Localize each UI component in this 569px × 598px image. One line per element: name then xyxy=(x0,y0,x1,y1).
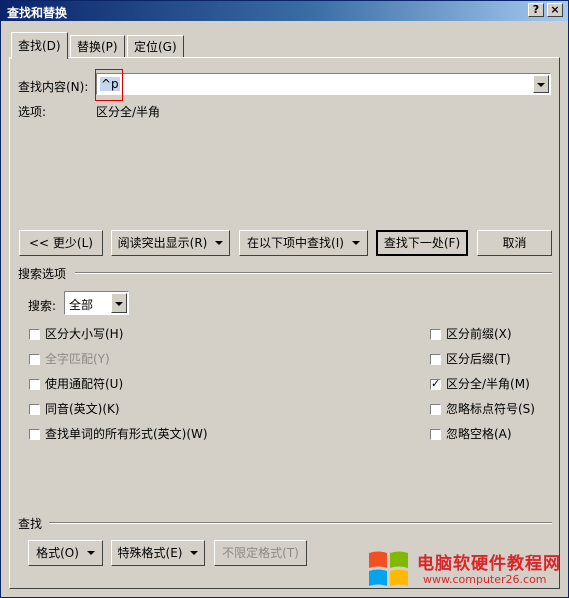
find-section-divider xyxy=(49,522,552,524)
checkbox-label: 全字匹配(Y) xyxy=(45,352,110,366)
checkbox-box[interactable] xyxy=(29,329,40,340)
check-icon: ✓ xyxy=(431,377,441,390)
chevron-down-icon xyxy=(190,550,199,555)
site-watermark: 电脑软硬件教程网 www.computer26.com xyxy=(365,547,565,593)
checkbox-match-suffix[interactable]: 区分后缀(T) xyxy=(430,350,511,366)
find-section-header: 查找 xyxy=(18,517,43,531)
checkbox-label: 查找单词的所有形式(英文)(W) xyxy=(45,427,208,441)
checkbox-label: 使用通配符(U) xyxy=(45,377,124,391)
window-title: 查找和替换 xyxy=(7,6,68,20)
search-direction-select[interactable]: 全部 xyxy=(64,291,129,315)
checkbox-wildcards[interactable]: 使用通配符(U) xyxy=(29,375,123,391)
reading-highlight-button[interactable]: 阅读突出显示(R) xyxy=(111,230,230,256)
find-in-button[interactable]: 在以下项中查找(I) xyxy=(239,230,368,256)
find-in-label: 在以下项中查找(I) xyxy=(247,236,344,250)
tab-goto[interactable]: 定位(G) xyxy=(127,35,184,58)
checkbox-label: 区分后缀(T) xyxy=(446,352,511,366)
checkbox-box[interactable] xyxy=(29,429,40,440)
checkbox-box[interactable] xyxy=(29,379,40,390)
checkbox-label: 区分大小写(H) xyxy=(45,327,124,341)
checkbox-all-word-forms[interactable]: 查找单词的所有形式(英文)(W) xyxy=(29,425,208,441)
find-what-label: 查找内容(N): xyxy=(18,80,89,94)
tab-find[interactable]: 查找(D) xyxy=(11,32,68,59)
search-direction-dropdown[interactable] xyxy=(111,293,127,313)
search-direction-label: 搜索: xyxy=(28,299,57,313)
checkbox-sounds-like[interactable]: 同音(英文)(K) xyxy=(29,400,120,416)
checkbox-label: 区分前缀(X) xyxy=(446,327,512,341)
checkbox-box[interactable] xyxy=(430,404,441,415)
checkbox-label: 忽略标点符号(S) xyxy=(446,402,535,416)
tab-replace[interactable]: 替换(P) xyxy=(70,35,125,58)
checkbox-match-width[interactable]: ✓ 区分全/半角(M) xyxy=(430,375,530,391)
search-direction-value: 全部 xyxy=(69,298,94,312)
chevron-down-icon xyxy=(215,240,224,245)
search-options-divider xyxy=(75,272,552,274)
no-formatting-button[interactable]: 不限定格式(T) xyxy=(214,540,307,566)
find-replace-dialog: 查找和替换 ? × 查找(D) 替换(P) 定位(G) 查找内容(N): ^p … xyxy=(0,0,569,598)
checkbox-match-prefix[interactable]: 区分前缀(X) xyxy=(430,325,512,341)
watermark-url: www.computer26.com xyxy=(423,573,547,586)
checkbox-ignore-whitespace[interactable]: 忽略空格(A) xyxy=(430,425,512,441)
options-value: 区分全/半角 xyxy=(96,105,161,119)
chevron-down-icon xyxy=(537,83,545,87)
checkbox-label: 区分全/半角(M) xyxy=(446,377,530,391)
checkbox-box[interactable] xyxy=(29,354,40,365)
less-button[interactable]: << 更少(L) xyxy=(19,230,103,256)
checkbox-label: 同音(英文)(K) xyxy=(45,402,120,416)
reading-highlight-label: 阅读突出显示(R) xyxy=(117,236,208,250)
checkbox-label: 忽略空格(A) xyxy=(446,427,512,441)
special-button[interactable]: 特殊格式(E) xyxy=(111,540,205,566)
search-options-header: 搜索选项 xyxy=(18,267,67,281)
find-what-input[interactable]: ^p xyxy=(96,73,551,95)
checkbox-box[interactable]: ✓ xyxy=(430,377,441,390)
checkbox-box[interactable] xyxy=(430,354,441,365)
checkbox-match-case[interactable]: 区分大小写(H) xyxy=(29,325,123,341)
options-label: 选项: xyxy=(18,105,47,119)
close-button[interactable]: × xyxy=(547,3,563,17)
cancel-button[interactable]: 取消 xyxy=(477,230,552,256)
checkbox-box[interactable] xyxy=(430,429,441,440)
checkbox-whole-word[interactable]: 全字匹配(Y) xyxy=(29,350,110,366)
format-button[interactable]: 格式(O) xyxy=(28,540,103,566)
special-label: 特殊格式(E) xyxy=(117,546,183,560)
watermark-text: 电脑软硬件教程网 xyxy=(417,554,561,574)
find-history-dropdown[interactable] xyxy=(533,75,549,93)
checkbox-ignore-punctuation[interactable]: 忽略标点符号(S) xyxy=(430,400,535,416)
title-bar[interactable]: 查找和替换 ? × xyxy=(1,1,568,21)
help-button[interactable]: ? xyxy=(528,3,544,17)
highlight-box xyxy=(95,69,123,101)
chevron-down-icon xyxy=(351,240,360,245)
find-next-button[interactable]: 查找下一处(F) xyxy=(376,230,468,256)
tab-panel xyxy=(9,57,560,589)
checkbox-box[interactable] xyxy=(430,329,441,340)
chevron-down-icon xyxy=(115,302,123,306)
format-label: 格式(O) xyxy=(36,546,79,560)
checkbox-box[interactable] xyxy=(29,404,40,415)
chevron-down-icon xyxy=(86,550,95,555)
